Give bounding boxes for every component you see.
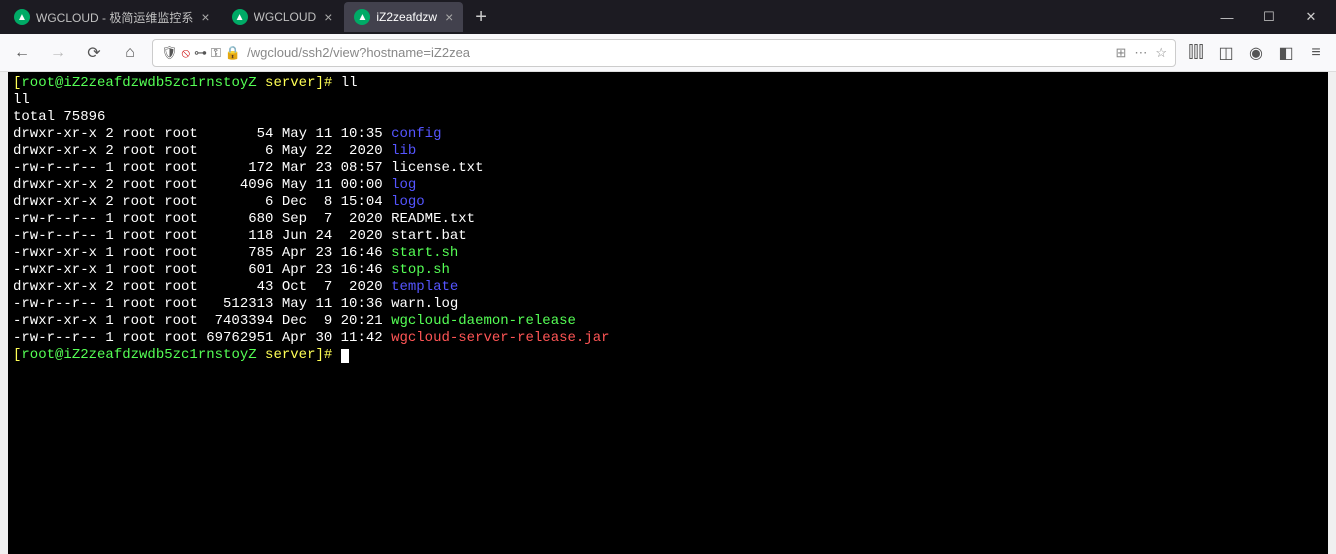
browser-tab-0[interactable]: ▲ WGCLOUD - 极简运维监控系 × [4, 2, 220, 32]
tab-title: WGCLOUD [254, 10, 317, 24]
key-icon: ⚿ [211, 45, 221, 61]
window-maximize-icon[interactable]: ☐ [1248, 9, 1290, 25]
tab-bar: ▲ WGCLOUD - 极简运维监控系 × ▲ WGCLOUD × ▲ iZ2z… [0, 0, 1336, 34]
library-icon[interactable]: ⫿⫿⫿ [1184, 44, 1208, 62]
home-button[interactable]: ⌂ [116, 39, 144, 67]
url-text: /wgcloud/ssh2/view?hostname=iZ2zea [247, 45, 1109, 60]
account-icon[interactable]: ◉ [1244, 43, 1268, 63]
browser-tab-2[interactable]: ▲ iZ2zeafdzw × [344, 2, 463, 32]
permissions-icon: ⊶ [194, 45, 207, 61]
sidebar-icon[interactable]: ◫ [1214, 43, 1238, 63]
close-icon[interactable]: × [324, 9, 332, 25]
window-close-icon[interactable]: ✕ [1290, 9, 1332, 25]
shield-icon: 🛡 [161, 45, 178, 61]
back-button[interactable]: ← [8, 39, 36, 67]
close-icon[interactable]: × [201, 9, 209, 25]
forward-button[interactable]: → [44, 39, 72, 67]
tab-title: iZ2zeafdzw [376, 10, 437, 24]
address-field[interactable]: 🛡 ⦸ ⊶ ⚿ 🔒 /wgcloud/ssh2/view?hostname=iZ… [152, 39, 1176, 67]
window-minimize-icon[interactable]: — [1206, 10, 1248, 25]
new-tab-button[interactable]: + [465, 6, 497, 29]
pocket-icon[interactable]: ◧ [1274, 43, 1298, 63]
bookmark-star-icon[interactable]: ☆ [1155, 45, 1167, 61]
cloud-icon: ▲ [14, 9, 30, 25]
cloud-icon: ▲ [232, 9, 248, 25]
close-icon[interactable]: × [445, 9, 453, 25]
more-icon[interactable]: ⋯ [1134, 45, 1147, 61]
menu-icon[interactable]: ≡ [1304, 44, 1328, 62]
lock-icon: 🔒 [225, 45, 241, 61]
qr-icon[interactable]: ⊞ [1115, 45, 1126, 61]
terminal[interactable]: [root@iZ2zeafdzwdb5zc1rnstoyZ server]# l… [8, 72, 1328, 554]
cloud-icon: ▲ [354, 9, 370, 25]
browser-tab-1[interactable]: ▲ WGCLOUD × [222, 2, 343, 32]
url-bar: ← → ⟳ ⌂ 🛡 ⦸ ⊶ ⚿ 🔒 /wgcloud/ssh2/view?hos… [0, 34, 1336, 72]
tracking-block-icon: ⦸ [182, 45, 190, 61]
tab-title: WGCLOUD - 极简运维监控系 [36, 9, 193, 26]
reload-button[interactable]: ⟳ [80, 39, 108, 67]
